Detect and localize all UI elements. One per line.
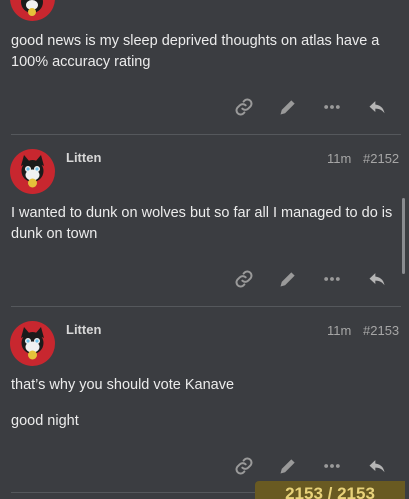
reply-icon[interactable] [365, 95, 389, 119]
post-actions [220, 267, 400, 291]
post-number[interactable]: #2153 [363, 323, 399, 338]
pencil-icon[interactable] [276, 454, 300, 478]
post-body: that’s why you should vote Kanave [11, 377, 235, 393]
reply-icon[interactable] [365, 454, 389, 478]
pencil-icon[interactable] [276, 267, 300, 291]
post-body: I wanted to dunk on wolves but so far al… [11, 205, 393, 242]
more-icon[interactable] [320, 454, 344, 478]
post-divider [11, 306, 401, 307]
post-body: good night [11, 413, 79, 429]
link-icon[interactable] [232, 454, 256, 478]
avatar[interactable] [10, 149, 55, 194]
username[interactable]: Litten [66, 150, 101, 165]
avatar[interactable] [10, 321, 55, 366]
post-divider [11, 134, 401, 135]
link-icon[interactable] [232, 267, 256, 291]
more-icon[interactable] [320, 267, 344, 291]
post-actions [220, 454, 400, 478]
post-time[interactable]: 11m [327, 323, 351, 338]
reply-icon[interactable] [365, 267, 389, 291]
post-actions [220, 95, 400, 119]
username[interactable]: Litten [66, 322, 101, 337]
post-time[interactable]: 11m [327, 151, 351, 166]
avatar[interactable] [10, 0, 55, 21]
timeline-progress[interactable]: 2153 / 2153 [255, 481, 405, 499]
pencil-icon[interactable] [276, 95, 300, 119]
post-number[interactable]: #2152 [363, 151, 399, 166]
post-body: good news is my sleep deprived thoughts … [11, 33, 380, 70]
link-icon[interactable] [232, 95, 256, 119]
more-icon[interactable] [320, 95, 344, 119]
scrollbar[interactable] [402, 198, 405, 274]
